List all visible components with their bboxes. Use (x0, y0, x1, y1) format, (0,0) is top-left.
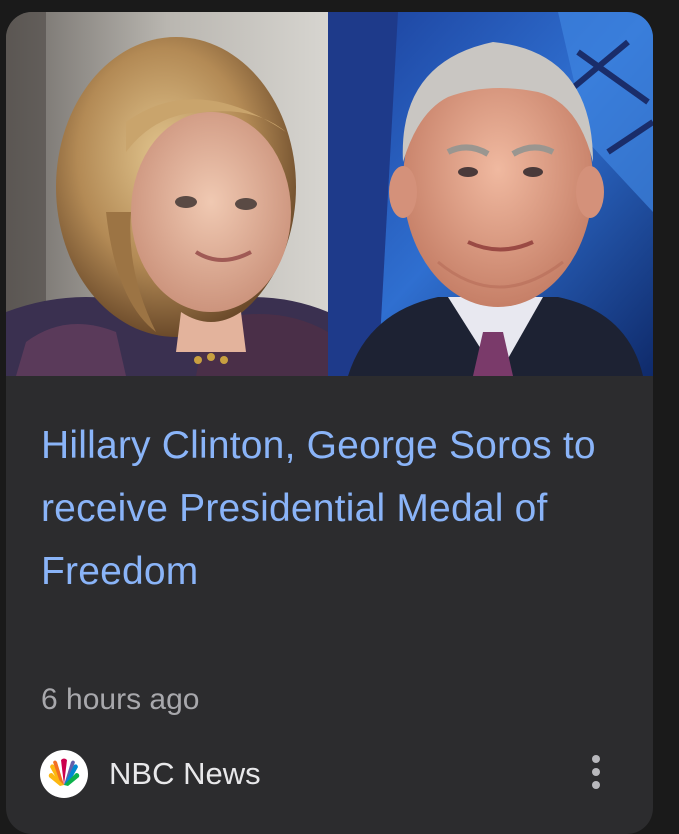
article-time: 6 hours ago (41, 683, 200, 716)
news-card[interactable]: Hillary Clinton, George Soros to receive… (6, 12, 653, 834)
article-headline-link[interactable]: Hillary Clinton, George Soros to receive… (41, 414, 601, 603)
more-options-button[interactable] (578, 748, 614, 796)
article-thumbnail[interactable] (6, 12, 653, 376)
nbc-peacock-icon (40, 750, 88, 798)
hillary-clinton-photo (6, 12, 328, 376)
george-soros-photo (328, 12, 653, 376)
more-vertical-icon (592, 755, 600, 763)
source-link[interactable]: NBC News (40, 750, 261, 798)
more-vertical-icon-dot (592, 768, 600, 776)
source-name: NBC News (109, 756, 261, 791)
more-vertical-icon-dot (592, 781, 600, 789)
